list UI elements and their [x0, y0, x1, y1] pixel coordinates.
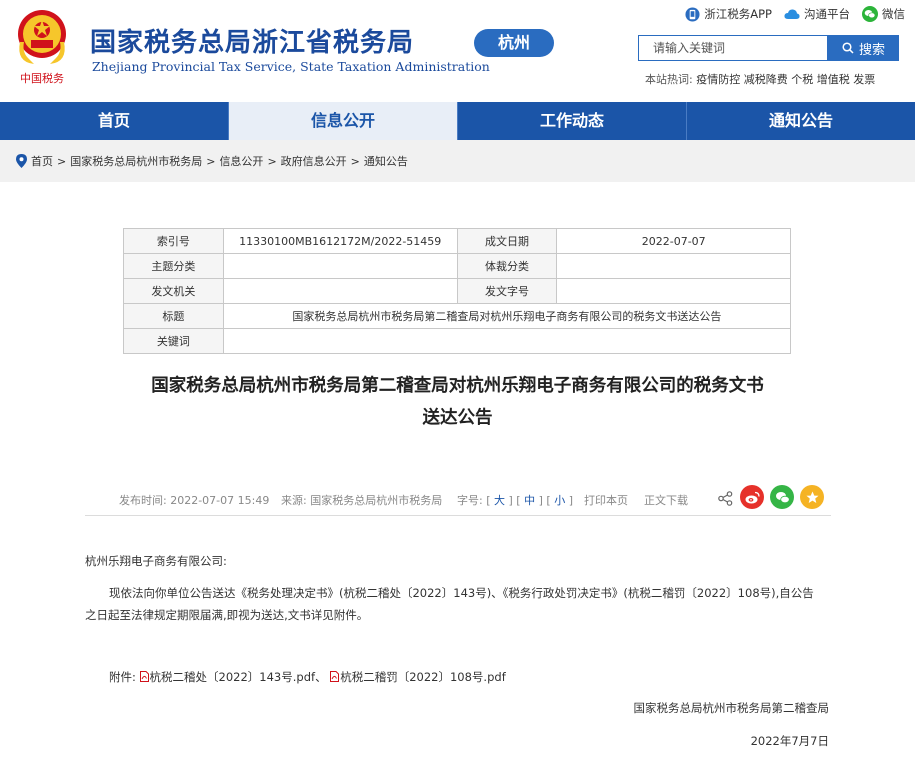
topic-label: 主题分类 — [123, 253, 224, 279]
emblem-text: 中国税务 — [20, 71, 64, 85]
article-greeting: 杭州乐翔电子商务有限公司: — [85, 554, 227, 568]
main-nav: 首页 信息公开 工作动态 通知公告 — [0, 102, 915, 140]
tax-emblem-logo: 中国税务 — [18, 10, 66, 85]
docno-value — [556, 278, 791, 304]
article-title: 国家税务总局杭州市税务局第二稽查局对杭州乐翔电子商务有限公司的税务文书 送达公告 — [80, 370, 835, 434]
keywords-label: 关键词 — [123, 328, 224, 354]
sign-date: 2022年7月7日 — [750, 734, 829, 748]
hot-words-list[interactable]: 疫情防控 减税降费 个税 增值税 发票 — [696, 73, 875, 86]
index-label: 索引号 — [123, 228, 224, 254]
nav-home[interactable]: 首页 — [0, 102, 229, 140]
search-icon — [842, 42, 854, 54]
table-row: 发文机关 发文字号 — [123, 278, 791, 304]
attachments: 附件: 杭税二稽处〔2022〕143号.pdf、 杭税二稽罚〔2022〕108号… — [109, 670, 506, 684]
hot-words: 本站热词: 疫情防控 减税降费 个税 增值税 发票 — [645, 71, 875, 87]
genre-value — [556, 253, 791, 279]
document-meta-table: 索引号 11330100MB1612172M/2022-51459 成文日期 2… — [123, 228, 792, 354]
share-icon[interactable] — [718, 491, 733, 506]
print-link[interactable]: 打印本页 — [584, 492, 628, 508]
site-header: 中国税务 国家税务总局浙江省税务局 Zhejiang Provincial Ta… — [0, 0, 915, 102]
article-body: 现依法向你单位公告送达《税务处理决定书》(杭税二稽处〔2022〕143号)、《税… — [85, 586, 814, 622]
article-title-line2: 送达公告 — [422, 408, 493, 428]
pdf-icon — [330, 671, 340, 682]
wechat-share-icon[interactable] — [770, 485, 794, 509]
keywords-value — [222, 328, 792, 354]
platform-link-label: 沟通平台 — [804, 7, 850, 21]
breadcrumb-bureau[interactable]: 国家税务总局杭州市税务局 — [70, 153, 202, 169]
platform-link[interactable]: 沟通平台 — [784, 6, 850, 22]
breadcrumb: 首页 > 国家税务总局杭州市税务局 > 信息公开 > 政府信息公开 > 通知公告 — [0, 140, 915, 182]
docno-label: 发文字号 — [456, 278, 558, 304]
title-label: 标题 — [123, 303, 224, 329]
wechat-icon — [862, 6, 878, 22]
site-subtitle: Zhejiang Provincial Tax Service, State T… — [92, 59, 490, 74]
wechat-link[interactable]: 微信 — [862, 6, 905, 22]
weibo-share-icon[interactable] — [740, 485, 764, 509]
location-pin-icon — [16, 154, 27, 168]
font-size-large[interactable]: 大 — [494, 494, 505, 507]
publish-time: 发布时间: 2022-07-07 15:49 — [119, 494, 270, 507]
table-row: 索引号 11330100MB1612172M/2022-51459 成文日期 2… — [123, 228, 791, 254]
issuer-value — [222, 278, 458, 304]
wechat-link-label: 微信 — [882, 7, 905, 21]
date-value: 2022-07-07 — [556, 228, 791, 254]
table-row: 关键词 — [123, 328, 792, 354]
attachment-link-1[interactable]: 杭税二稽处〔2022〕143号.pdf — [139, 670, 316, 684]
genre-label: 体裁分类 — [456, 253, 558, 279]
cloud-icon — [784, 9, 800, 19]
app-link[interactable]: 浙江税务APP — [685, 6, 772, 22]
breadcrumb-info-public[interactable]: 信息公开 — [219, 153, 263, 169]
font-size-small[interactable]: 小 — [554, 494, 565, 507]
favorite-star-icon[interactable] — [800, 485, 824, 509]
search-button-label: 搜索 — [858, 42, 885, 58]
attachment-2-name: 杭税二稽罚〔2022〕108号.pdf — [340, 670, 506, 684]
app-icon — [685, 6, 700, 22]
table-row: 标题 国家税务总局杭州市税务局第二稽查局对杭州乐翔电子商务有限公司的税务文书送达… — [123, 303, 792, 329]
attachments-label: 附件: — [109, 670, 136, 684]
breadcrumb-gov-info[interactable]: 政府信息公开 — [281, 153, 347, 169]
search-button[interactable]: 搜索 — [828, 35, 899, 61]
index-value: 11330100MB1612172M/2022-51459 — [222, 228, 458, 254]
article-title-line1: 国家税务总局杭州市税务局第二稽查局对杭州乐翔电子商务有限公司的税务文书 — [151, 376, 764, 396]
date-label: 成文日期 — [456, 228, 558, 254]
signer: 国家税务总局杭州市税务局第二稽查局 — [633, 701, 830, 715]
search-input[interactable]: 请输入关键词 — [638, 35, 828, 61]
nav-info-public[interactable]: 信息公开 — [229, 102, 458, 140]
site-title[interactable]: 国家税务总局浙江省税务局 — [90, 22, 414, 59]
issuer-label: 发文机关 — [123, 278, 224, 304]
article-info-bar: 发布时间: 2022-07-07 15:49 来源: 国家税务总局杭州市税务局 … — [85, 483, 831, 516]
font-size-medium[interactable]: 中 — [524, 494, 535, 507]
nav-work-news[interactable]: 工作动态 — [458, 102, 687, 140]
hot-words-label: 本站热词: — [645, 73, 693, 86]
topic-value — [222, 253, 458, 279]
table-row: 主题分类 体裁分类 — [123, 253, 791, 279]
app-link-label: 浙江税务APP — [704, 7, 772, 21]
nav-notices[interactable]: 通知公告 — [687, 102, 915, 140]
attachment-link-2[interactable]: 杭税二稽罚〔2022〕108号.pdf — [330, 670, 506, 684]
city-badge[interactable]: 杭州 — [474, 29, 554, 57]
top-links: 浙江税务APP 沟通平台 微信 — [685, 6, 905, 22]
font-size-label: 字号: [ — [457, 494, 491, 507]
title-value: 国家税务总局杭州市税务局第二稽查局对杭州乐翔电子商务有限公司的税务文书送达公告 — [222, 303, 792, 329]
breadcrumb-home[interactable]: 首页 — [31, 153, 53, 169]
breadcrumb-notices[interactable]: 通知公告 — [364, 153, 408, 169]
download-link[interactable]: 正文下载 — [644, 492, 688, 508]
font-size-control: 字号: [ 大 ] [ 中 ] [ 小 ] — [457, 494, 573, 507]
pdf-icon — [139, 671, 149, 682]
attachment-1-name: 杭税二稽处〔2022〕143号.pdf — [149, 670, 316, 684]
article-source: 来源: 国家税务总局杭州市税务局 — [281, 494, 443, 507]
